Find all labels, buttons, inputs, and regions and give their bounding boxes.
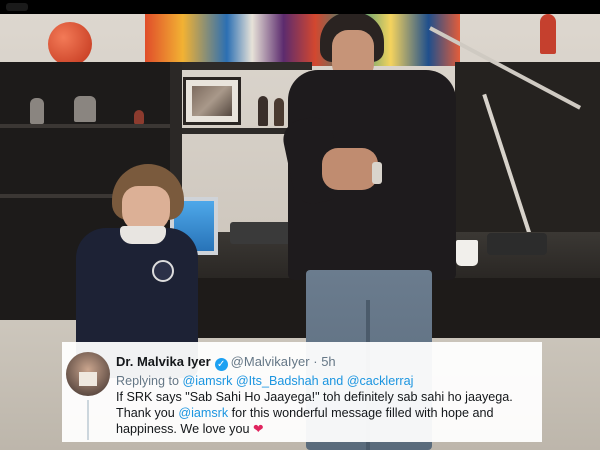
wall-painting bbox=[145, 14, 460, 66]
tweet-text: If SRK says "Sab Sahi Ho Jaayega!" toh d… bbox=[116, 389, 540, 437]
avatar-detail bbox=[79, 372, 97, 386]
separator-dot: · bbox=[313, 354, 318, 369]
display-name[interactable]: Dr. Malvika Iyer bbox=[116, 354, 211, 369]
heart-emoji: ❤ bbox=[252, 421, 264, 436]
red-figurine bbox=[540, 14, 556, 54]
reply-context: Replying to @iamsrk @Its_Badshah and @ca… bbox=[116, 373, 413, 389]
top-letterbox-bar bbox=[0, 0, 600, 14]
middle-shelf bbox=[182, 62, 312, 70]
thread-line bbox=[87, 400, 89, 440]
tweet-timestamp[interactable]: 5h bbox=[321, 354, 335, 369]
mention-link[interactable]: @iamsrk bbox=[183, 374, 233, 388]
wristwatch bbox=[372, 162, 382, 184]
corner-mark bbox=[6, 3, 28, 11]
right-cabinet bbox=[455, 62, 600, 232]
shelf-figurine bbox=[274, 98, 284, 126]
mention-conjunction: and bbox=[322, 374, 344, 388]
desk-device bbox=[230, 222, 292, 244]
video-frame: Dr. Malvika Iyer ✓ @MalvikaIyer · 5h Reply… bbox=[0, 0, 600, 450]
user-handle[interactable]: @MalvikaIyer bbox=[231, 354, 310, 369]
white-cup bbox=[456, 240, 478, 266]
shelf-object bbox=[134, 110, 144, 124]
desk-telephone bbox=[487, 233, 547, 255]
photo-frame bbox=[183, 77, 241, 125]
mention-link[interactable]: @Its_Badshah bbox=[236, 374, 319, 388]
shelf-divider bbox=[0, 124, 182, 128]
mention-link[interactable]: @cacklerraj bbox=[347, 374, 414, 388]
man-hands bbox=[322, 148, 378, 190]
replying-to-label: Replying to bbox=[116, 374, 180, 388]
boy-collar bbox=[120, 226, 166, 244]
avatar[interactable] bbox=[66, 352, 110, 396]
shelf-statue bbox=[30, 98, 44, 124]
tweet-card[interactable]: Dr. Malvika Iyer ✓ @MalvikaIyer · 5h Reply… bbox=[62, 342, 542, 442]
mention-link[interactable]: @iamsrk bbox=[178, 406, 228, 420]
shelf-figurine bbox=[258, 96, 268, 126]
red-ball-decor bbox=[48, 22, 92, 66]
shelf-statue bbox=[74, 96, 96, 122]
school-badge bbox=[152, 260, 174, 282]
tweet-header: Dr. Malvika Iyer ✓ @MalvikaIyer · 5h bbox=[116, 354, 336, 371]
verified-badge-icon: ✓ bbox=[214, 358, 228, 371]
